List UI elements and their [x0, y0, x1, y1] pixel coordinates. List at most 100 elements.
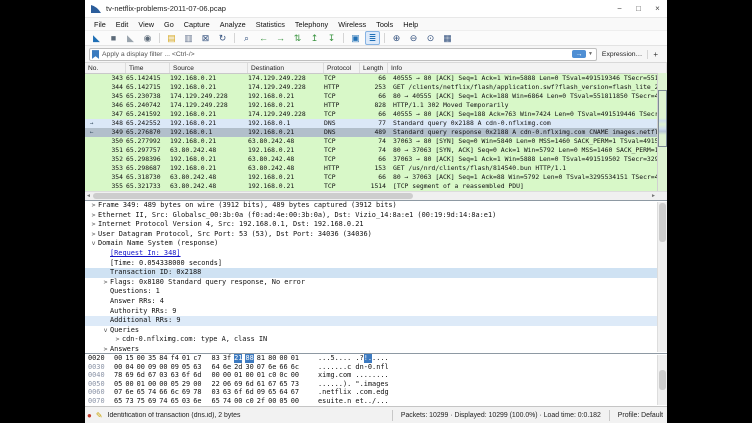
add-filter-button[interactable]: + — [647, 50, 663, 59]
column-header-time[interactable]: Time — [126, 63, 170, 73]
resize-columns-icon[interactable]: ▦ — [440, 31, 455, 45]
capture-comment-icon[interactable]: ✎ — [96, 411, 103, 420]
packet-row[interactable]: 35465.31873063.80.242.48192.168.0.21TCP6… — [85, 173, 667, 182]
column-header-destination[interactable]: Destination — [248, 63, 324, 73]
expander-closed-icon[interactable]: > — [89, 201, 98, 211]
detail-scrollbar-thumb[interactable] — [659, 203, 666, 242]
menu-item-edit[interactable]: Edit — [111, 20, 134, 29]
detail-line[interactable]: Questions: 1 — [85, 287, 667, 297]
detail-line[interactable]: Answer RRs: 4 — [85, 297, 667, 307]
column-header-protocol[interactable]: Protocol — [324, 63, 360, 73]
detail-line[interactable]: >Ethernet II, Src: Globalsc_00:3b:0a (f0… — [85, 211, 667, 221]
packet-row[interactable]: 34465.142715192.168.0.21174.129.249.228H… — [85, 83, 667, 92]
hex-row[interactable]: 00300004000900090563646e2d30076e666c....… — [85, 363, 667, 372]
expander-open-icon[interactable]: v — [89, 239, 98, 249]
hex-row[interactable]: 005005000100000529002206696d61676573....… — [85, 380, 667, 389]
menu-item-analyze[interactable]: Analyze — [215, 20, 251, 29]
colorize-icon[interactable]: ≣ — [365, 31, 380, 45]
save-file-icon[interactable]: ▥ — [181, 31, 196, 45]
apply-filter-button[interactable]: → — [572, 50, 586, 58]
display-filter-input[interactable]: Apply a display filter ... <Ctrl-/> → ▼ — [89, 48, 597, 61]
hscroll-left-icon[interactable]: ◄ — [86, 192, 91, 200]
hex-row[interactable]: 0060076e6574666c697803636f6d09656467.net… — [85, 388, 667, 397]
column-header-source[interactable]: Source — [170, 63, 248, 73]
restart-capture-icon[interactable]: ◣ — [123, 31, 138, 45]
maximize-button[interactable]: □ — [629, 1, 648, 17]
reload-file-icon[interactable]: ↻ — [215, 31, 230, 45]
filter-bookmark-icon[interactable] — [92, 50, 99, 59]
detail-line[interactable]: >Internet Protocol Version 4, Src: 192.1… — [85, 220, 667, 230]
hscroll-right-icon[interactable]: ► — [651, 192, 656, 200]
detail-line[interactable]: >cdn-0.nflximg.com: type A, class IN — [85, 335, 667, 345]
expander-open-icon[interactable]: v — [101, 326, 110, 336]
detail-line[interactable]: vDomain Name System (response) — [85, 239, 667, 249]
packet-row[interactable]: 35065.277992192.168.0.2163.80.242.48TCP7… — [85, 137, 667, 146]
auto-scroll-icon[interactable]: ▣ — [348, 31, 363, 45]
column-header-no[interactable]: No. — [85, 63, 126, 73]
filter-history-caret-icon[interactable]: ▼ — [588, 51, 593, 57]
column-header-length[interactable]: Length — [360, 63, 388, 73]
menu-item-telephony[interactable]: Telephony — [290, 20, 333, 29]
zoom-out-icon[interactable]: ⊖ — [406, 31, 421, 45]
close-file-icon[interactable]: ⊠ — [198, 31, 213, 45]
detail-line[interactable]: [Time: 0.054338000 seconds] — [85, 259, 667, 269]
packet-row[interactable]: →34865.242552192.168.0.21192.168.0.1DNS7… — [85, 119, 667, 128]
expression-button[interactable]: Expression… — [597, 51, 647, 58]
packet-list-scrollbar[interactable] — [657, 73, 667, 192]
go-forward-icon[interactable]: → — [273, 31, 288, 45]
packet-row[interactable]: 35265.298396192.168.0.2163.80.242.48TCP6… — [85, 155, 667, 164]
close-button[interactable]: × — [648, 1, 667, 17]
packet-list-hscrollbar[interactable]: ◄ ► — [85, 191, 667, 200]
hex-row[interactable]: 0070657375697465036e657400c02f000500esui… — [85, 397, 667, 406]
detail-line[interactable]: vQueries — [85, 326, 667, 336]
find-packet-icon[interactable]: ⌕ — [239, 31, 254, 45]
open-file-icon[interactable]: ▤ — [164, 31, 179, 45]
menu-item-go[interactable]: Go — [159, 20, 179, 29]
hex-row[interactable]: 004078696d6703636f6d0000010001c00c00ximg… — [85, 371, 667, 380]
zoom-reset-icon[interactable]: ⊙ — [423, 31, 438, 45]
packet-row[interactable]: ←34965.276870192.168.0.1192.168.0.21DNS4… — [85, 128, 667, 137]
expander-closed-icon[interactable]: > — [101, 278, 110, 288]
stop-capture-icon[interactable]: ■ — [106, 31, 121, 45]
hex-row[interactable]: 00200015003584f401c7833f218881800001...5… — [85, 354, 667, 363]
menu-item-wireless[interactable]: Wireless — [333, 20, 371, 29]
minimize-button[interactable]: − — [610, 1, 629, 17]
detail-line[interactable]: Authority RRs: 9 — [85, 307, 667, 317]
menu-item-view[interactable]: View — [133, 20, 159, 29]
detail-line[interactable]: Transaction ID: 0x2188 — [85, 268, 667, 278]
hscroll-thumb[interactable] — [93, 193, 413, 199]
status-profile[interactable]: Profile: Default — [614, 412, 667, 419]
detail-line[interactable]: >Flags: 0x8180 Standard query response, … — [85, 278, 667, 288]
expander-closed-icon[interactable]: > — [89, 220, 98, 230]
detail-line[interactable]: >User Datagram Protocol, Src Port: 53 (5… — [85, 230, 667, 240]
menu-item-tools[interactable]: Tools — [371, 20, 398, 29]
go-back-icon[interactable]: ← — [256, 31, 271, 45]
packet-row[interactable]: 34665.240742174.129.249.228192.168.0.21H… — [85, 101, 667, 110]
scrollbar-thumb[interactable] — [658, 90, 667, 147]
capture-options-icon[interactable]: ◉ — [140, 31, 155, 45]
first-packet-icon[interactable]: ↥ — [307, 31, 322, 45]
packet-row[interactable]: 35165.29775763.80.242.48192.168.0.21TCP7… — [85, 146, 667, 155]
expert-info-icon[interactable]: ● — [87, 411, 92, 420]
detail-scrollbar[interactable] — [657, 202, 667, 352]
packet-row[interactable]: 34765.241592192.168.0.21174.129.249.228T… — [85, 110, 667, 119]
detail-line[interactable]: >Frame 349: 489 bytes on wire (3912 bits… — [85, 201, 667, 211]
packet-row[interactable]: 34365.142415192.168.0.21174.129.249.228T… — [85, 74, 667, 83]
packet-row[interactable]: 35565.32173363.80.242.48192.168.0.21TCP1… — [85, 182, 667, 191]
menu-item-help[interactable]: Help — [398, 20, 423, 29]
packet-row[interactable]: 35365.298687192.168.0.2163.80.242.48HTTP… — [85, 164, 667, 173]
expander-closed-icon[interactable]: > — [101, 345, 110, 354]
column-header-info[interactable]: Info — [388, 63, 667, 73]
zoom-in-icon[interactable]: ⊕ — [389, 31, 404, 45]
detail-line[interactable]: >Answers — [85, 345, 667, 354]
start-capture-icon[interactable]: ◣ — [89, 31, 104, 45]
detail-line[interactable]: [Request In: 348] — [85, 249, 667, 259]
menu-item-file[interactable]: File — [89, 20, 111, 29]
go-to-packet-icon[interactable]: ⇅ — [290, 31, 305, 45]
expander-closed-icon[interactable]: > — [113, 335, 122, 345]
menu-item-capture[interactable]: Capture — [179, 20, 215, 29]
bytes-scrollbar[interactable] — [657, 355, 667, 405]
detail-line[interactable]: Additional RRs: 9 — [85, 316, 667, 326]
menu-item-statistics[interactable]: Statistics — [251, 20, 290, 29]
bytes-scrollbar-thumb[interactable] — [659, 370, 666, 390]
